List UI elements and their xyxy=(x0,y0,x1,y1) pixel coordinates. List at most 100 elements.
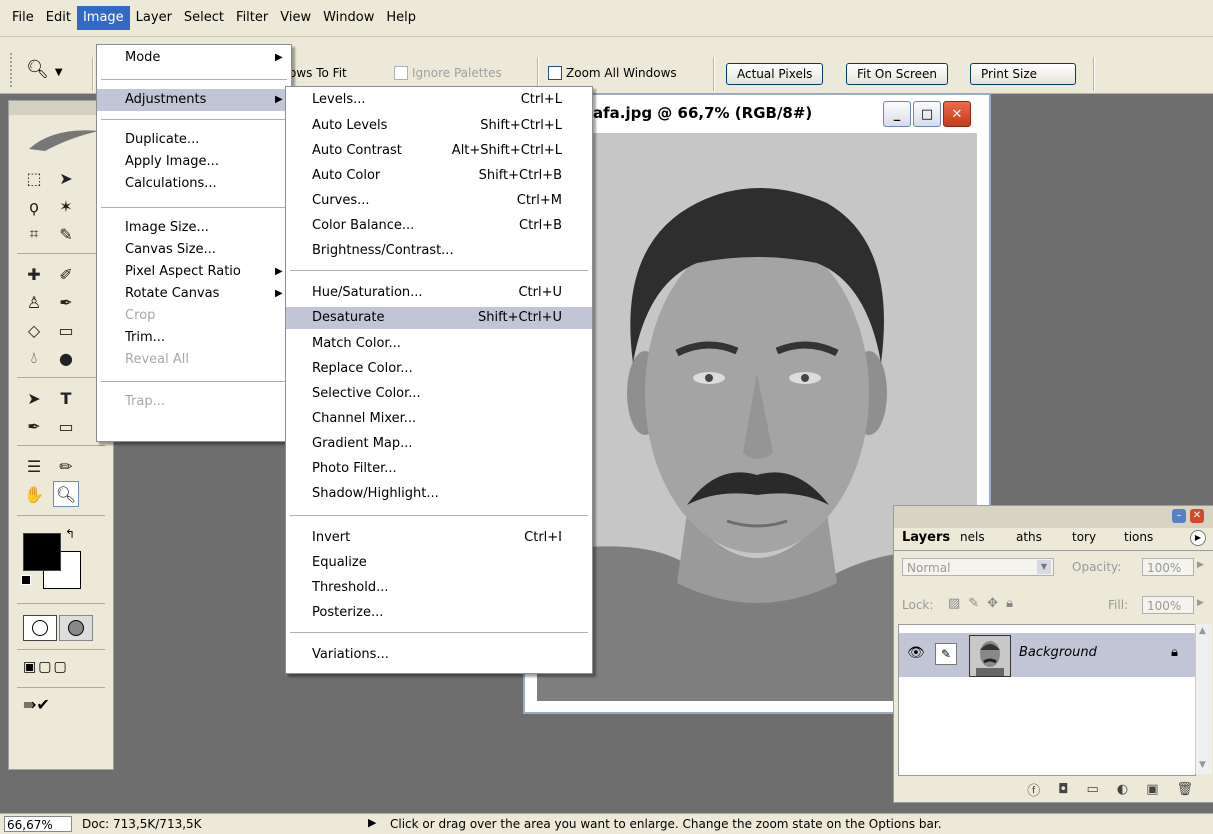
menu-item-pixel-aspect-ratio[interactable]: Pixel Aspect Ratio ▶ xyxy=(97,261,291,283)
marquee-tool-icon[interactable]: ⬚ xyxy=(21,165,47,191)
clone-stamp-tool-icon[interactable]: ♙ xyxy=(21,289,47,315)
menu-item-shadow-highlight[interactable]: Shadow/Highlight... xyxy=(286,483,592,505)
palette-close-icon[interactable]: ✕ xyxy=(1190,509,1204,523)
menu-item-canvas-size[interactable]: Canvas Size... xyxy=(97,239,291,261)
ignore-palettes-checkbox[interactable]: Ignore Palettes xyxy=(394,63,502,83)
palette-minimize-icon[interactable]: – xyxy=(1172,509,1186,523)
maximize-button[interactable]: □ xyxy=(913,101,941,127)
palette-titlebar[interactable]: – ✕ xyxy=(894,506,1213,528)
menu-layer[interactable]: Layer xyxy=(130,6,178,30)
menu-item-rotate-canvas[interactable]: Rotate Canvas ▶ xyxy=(97,283,291,305)
document-titlebar[interactable]: afa.jpg @ 66,7% (RGB/8#) _ □ ✕ xyxy=(525,95,989,131)
trash-icon[interactable]: 🗑︎ xyxy=(1176,782,1193,797)
menu-item-image-size[interactable]: Image Size... xyxy=(97,217,291,239)
crop-tool-icon[interactable]: ⌗ xyxy=(21,221,47,247)
menu-item-invert[interactable]: Invert Ctrl+I xyxy=(286,527,592,549)
foreground-color-swatch[interactable] xyxy=(23,533,61,571)
menu-item-apply-image[interactable]: Apply Image... xyxy=(97,151,291,173)
resize-windows-label[interactable]: ows To Fit xyxy=(289,63,347,83)
shape-tool-icon[interactable]: ▭ xyxy=(53,413,79,439)
opacity-input[interactable]: 100% xyxy=(1142,558,1194,576)
menu-item-levels[interactable]: Levels... Ctrl+L xyxy=(286,89,592,111)
healing-brush-tool-icon[interactable]: ✚ xyxy=(21,261,47,287)
menu-window[interactable]: Window xyxy=(317,6,380,30)
menu-select[interactable]: Select xyxy=(178,6,230,30)
pen-tool-icon[interactable]: ✒ xyxy=(21,413,47,439)
eyedropper-tool-icon[interactable]: ✏ xyxy=(53,453,79,479)
layer-row-background[interactable]: 👁︎ ✎ Background 🔒︎ xyxy=(899,633,1195,677)
menu-item-auto-contrast[interactable]: Auto Contrast Alt+Shift+Ctrl+L xyxy=(286,140,592,162)
tab-paths[interactable]: aths xyxy=(1016,530,1042,544)
menu-view[interactable]: View xyxy=(274,6,317,30)
menu-item-channel-mixer[interactable]: Channel Mixer... xyxy=(286,408,592,430)
tab-layers[interactable]: Layers xyxy=(902,530,950,545)
fill-input[interactable]: 100% xyxy=(1142,596,1194,614)
status-menu-arrow-icon[interactable]: ▶ xyxy=(368,816,376,829)
feather-logo-icon[interactable] xyxy=(23,123,103,155)
palette-menu-icon[interactable]: ▶ xyxy=(1190,530,1206,546)
default-colors-icon[interactable] xyxy=(21,575,31,585)
new-layer-icon[interactable]: ▣ xyxy=(1146,782,1158,797)
menu-item-auto-color[interactable]: Auto Color Shift+Ctrl+B xyxy=(286,165,592,187)
fit-on-screen-button[interactable]: Fit On Screen xyxy=(846,63,949,85)
type-tool-icon[interactable]: T xyxy=(53,385,79,411)
menu-file[interactable]: File xyxy=(6,6,40,30)
tab-channels[interactable]: nels xyxy=(960,530,985,544)
zoom-tool-preset-icon[interactable]: 🔍︎ ▼ xyxy=(26,59,63,80)
menu-item-selective-color[interactable]: Selective Color... xyxy=(286,383,592,405)
menu-item-adjustments[interactable]: Adjustments ▶ xyxy=(97,89,291,111)
zoom-all-windows-checkbox[interactable]: Zoom All Windows xyxy=(548,63,677,83)
jump-to-imageready-icon[interactable]: ⇛✔ xyxy=(23,695,50,714)
layer-mask-icon[interactable]: ◘ xyxy=(1058,782,1068,797)
magic-wand-tool-icon[interactable]: ✶ xyxy=(53,193,79,219)
grip-handle[interactable] xyxy=(10,53,15,87)
visibility-eye-icon[interactable]: 👁︎ xyxy=(907,645,925,661)
screen-mode-buttons[interactable]: ▣▢▢ xyxy=(23,659,69,675)
menu-item-photo-filter[interactable]: Photo Filter... xyxy=(286,458,592,480)
notes-tool-icon[interactable]: ☰ xyxy=(21,453,47,479)
scroll-up-icon[interactable]: ▲ xyxy=(1199,626,1206,636)
menu-item-posterize[interactable]: Posterize... xyxy=(286,602,592,624)
standard-mode-button[interactable] xyxy=(23,615,57,641)
tab-history[interactable]: tory xyxy=(1072,530,1096,544)
dodge-tool-icon[interactable]: ● xyxy=(53,345,79,371)
lasso-tool-icon[interactable]: ϙ xyxy=(21,193,47,219)
adjustment-layer-icon[interactable]: ◐ xyxy=(1117,782,1128,797)
menu-image[interactable]: Image xyxy=(76,6,130,30)
menu-item-gradient-map[interactable]: Gradient Map... xyxy=(286,433,592,455)
slice-tool-icon[interactable]: ✎ xyxy=(53,221,79,247)
menu-filter[interactable]: Filter xyxy=(230,6,274,30)
layers-scrollbar[interactable]: ▲ ▼ xyxy=(1195,624,1212,774)
menu-item-auto-levels[interactable]: Auto Levels Shift+Ctrl+L xyxy=(286,115,592,137)
menu-item-color-balance[interactable]: Color Balance... Ctrl+B xyxy=(286,215,592,237)
scroll-down-icon[interactable]: ▼ xyxy=(1199,760,1206,770)
history-brush-tool-icon[interactable]: ✒ xyxy=(53,289,79,315)
brush-tool-icon[interactable]: ✐ xyxy=(53,261,79,287)
zoom-level-field[interactable]: 66,67% xyxy=(4,816,72,832)
print-size-button[interactable]: Print Size xyxy=(970,63,1076,85)
opacity-arrow-icon[interactable]: ▶ xyxy=(1197,560,1204,570)
menu-item-variations[interactable]: Variations... xyxy=(286,644,592,666)
menu-item-brightness-contrast[interactable]: Brightness/Contrast... xyxy=(286,240,592,262)
menu-item-match-color[interactable]: Match Color... xyxy=(286,333,592,355)
lock-icons[interactable]: ▨✎✥🔒︎ xyxy=(948,596,1021,611)
gradient-tool-icon[interactable]: ▭ xyxy=(53,317,79,343)
minimize-button[interactable]: _ xyxy=(883,101,911,127)
zoom-tool-icon[interactable]: 🔍︎ xyxy=(53,481,79,507)
actual-pixels-button[interactable]: Actual Pixels xyxy=(726,63,824,85)
fill-arrow-icon[interactable]: ▶ xyxy=(1197,598,1204,608)
menu-item-replace-color[interactable]: Replace Color... xyxy=(286,358,592,380)
menu-item-calculations[interactable]: Calculations... xyxy=(97,173,291,195)
blur-tool-icon[interactable]: 💧︎ xyxy=(21,345,47,371)
menu-item-equalize[interactable]: Equalize xyxy=(286,552,592,574)
menu-item-threshold[interactable]: Threshold... xyxy=(286,577,592,599)
menu-edit[interactable]: Edit xyxy=(40,6,77,30)
blend-mode-select[interactable]: Normal ▼ xyxy=(902,558,1054,576)
swap-colors-icon[interactable]: ↰ xyxy=(65,527,75,541)
quick-mask-mode-button[interactable] xyxy=(59,615,93,641)
tab-actions[interactable]: tions xyxy=(1124,530,1153,544)
menu-item-mode[interactable]: Mode ▶ xyxy=(97,47,291,69)
menu-item-trim[interactable]: Trim... xyxy=(97,327,291,349)
eraser-tool-icon[interactable]: ◇ xyxy=(21,317,47,343)
new-group-icon[interactable]: ▭ xyxy=(1087,782,1099,797)
